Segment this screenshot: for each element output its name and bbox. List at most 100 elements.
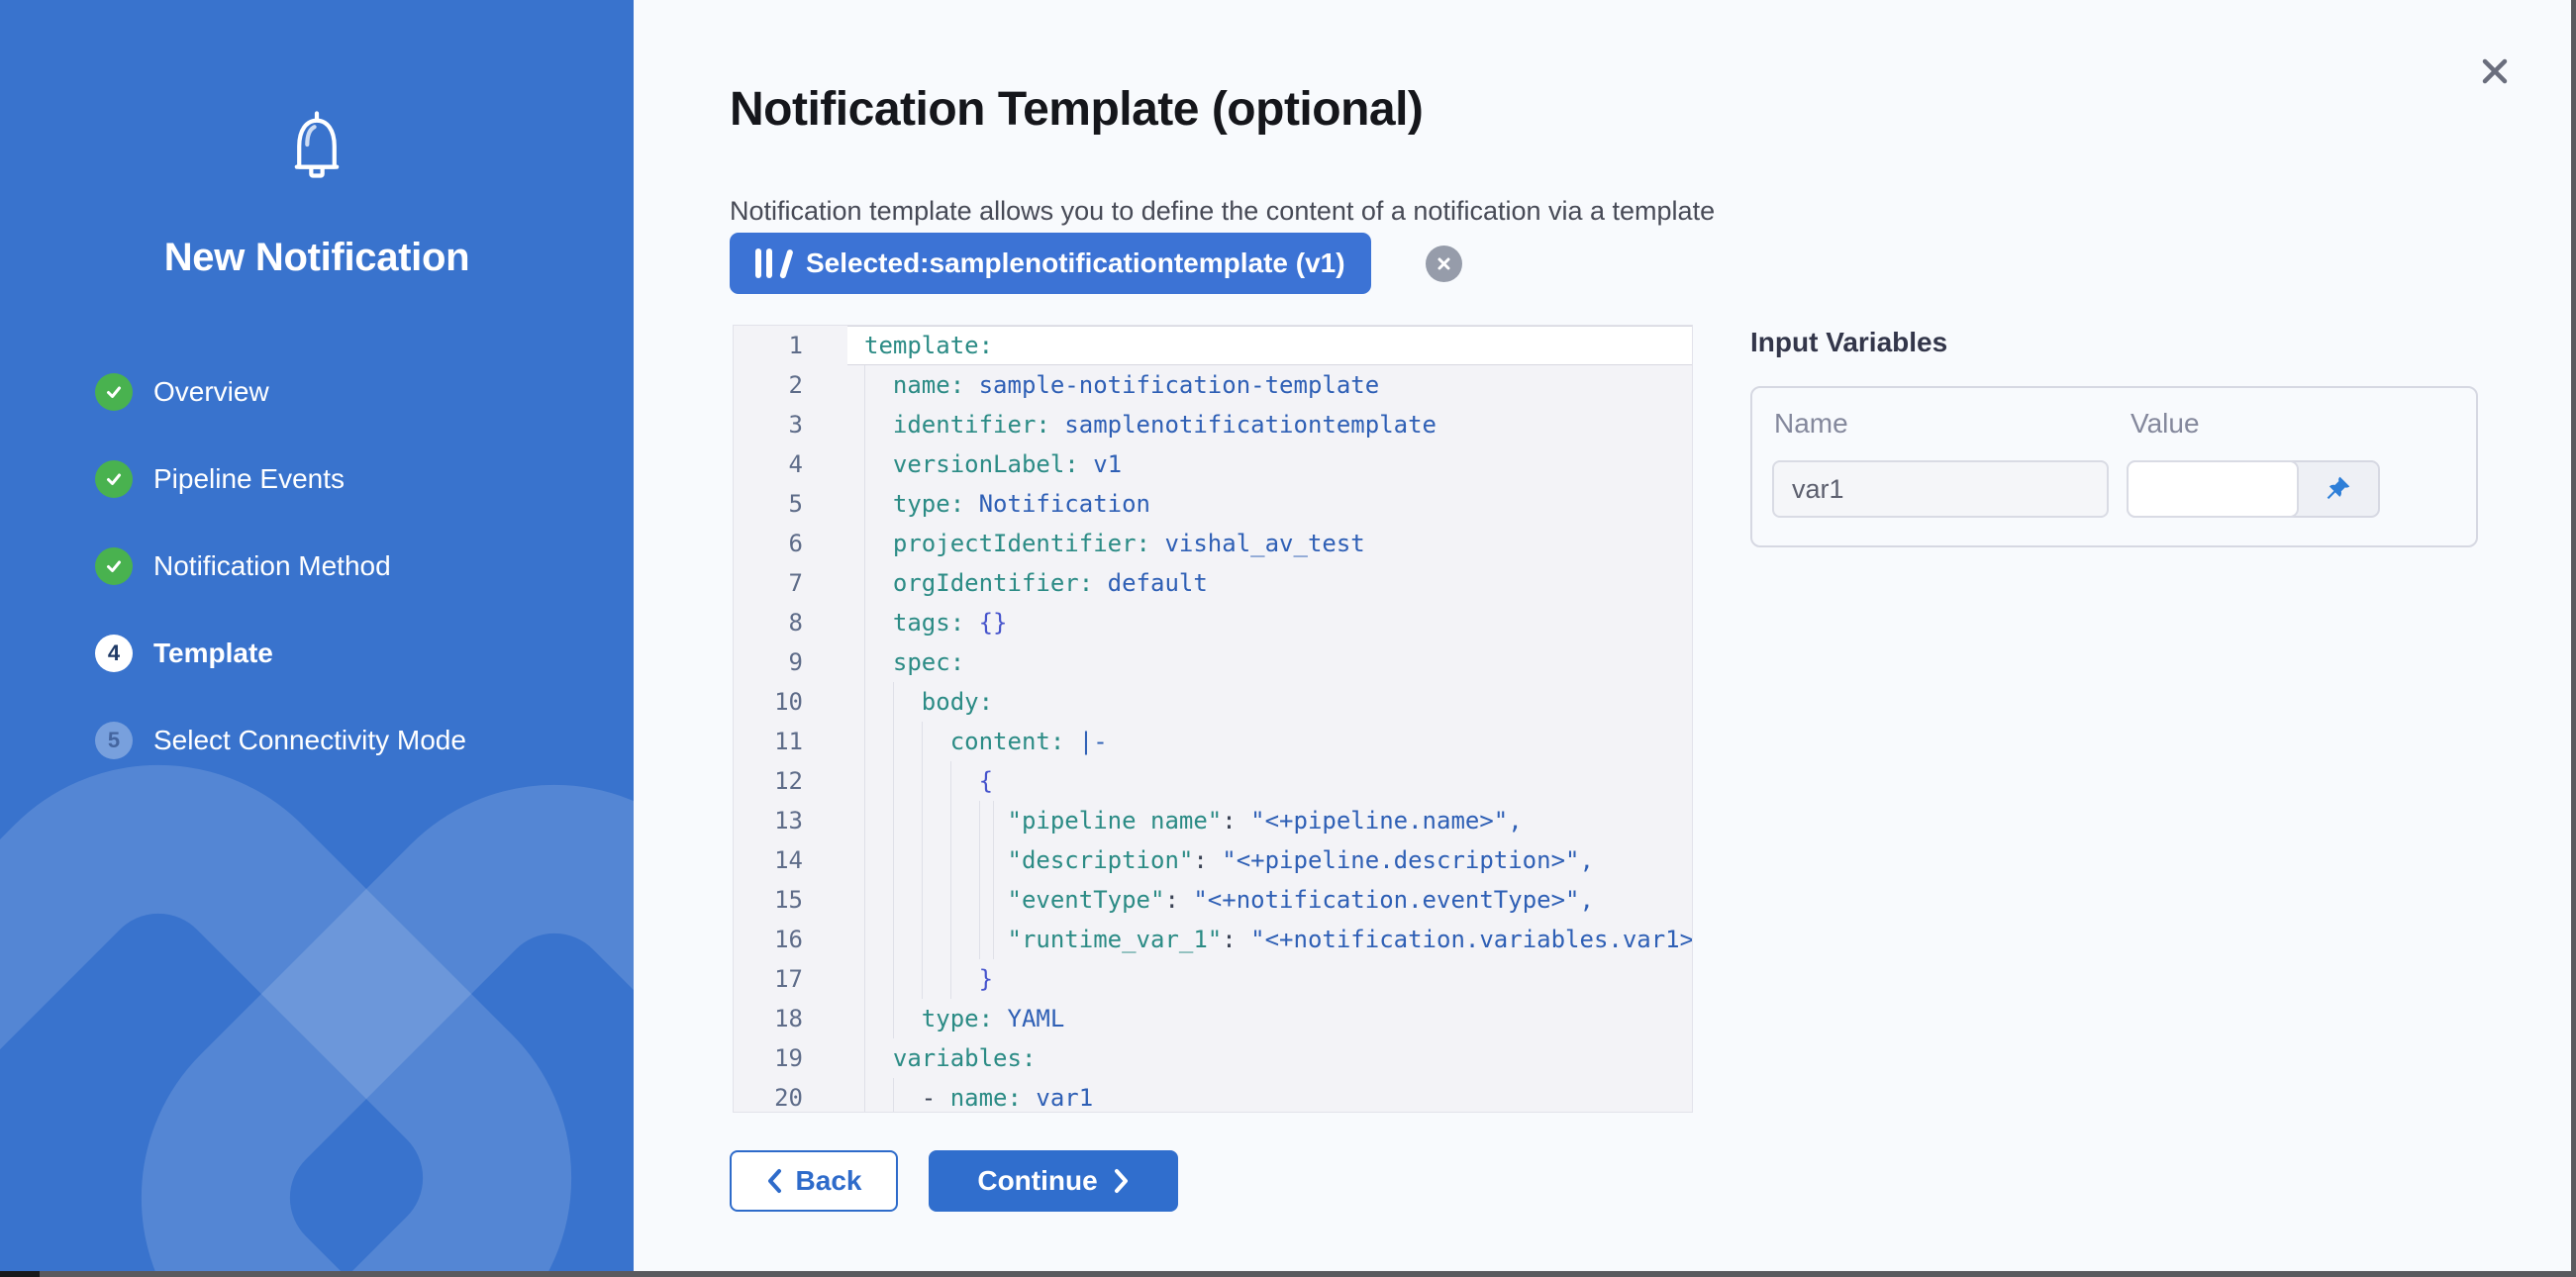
editor-line-13[interactable]: 13 "pipeline name": "<+pipeline.name>", (734, 801, 1692, 840)
input-variables-heading: Input Variables (1750, 327, 1947, 358)
variable-name-input[interactable]: var1 (1772, 460, 2109, 518)
editor-line-9[interactable]: 9 spec: (734, 642, 1692, 682)
value-column-label: Value (2130, 408, 2200, 440)
line-number: 11 (734, 722, 847, 761)
screen-bottom-edge (0, 1271, 2576, 1277)
indent-guide (864, 959, 865, 999)
wizard-sidebar: New Notification Overview Pipeline Events… (0, 0, 634, 1277)
editor-line-20[interactable]: 20 - name: var1 (734, 1078, 1692, 1113)
name-column-label: Name (1774, 408, 1848, 440)
indent-guide (979, 880, 980, 920)
code-line-content: identifier: samplenotificationtemplate (847, 405, 1692, 444)
indent-guide (864, 405, 865, 444)
code-line-content: "runtime_var_1": "<+notification.variabl… (847, 920, 1692, 959)
line-number: 10 (734, 682, 847, 722)
check-circle-icon (95, 373, 133, 411)
editor-line-12[interactable]: 12 { (734, 761, 1692, 801)
editor-line-10[interactable]: 10 body: (734, 682, 1692, 722)
indent-guide (993, 840, 994, 880)
back-button[interactable]: Back (730, 1150, 898, 1212)
line-number: 16 (734, 920, 847, 959)
editor-line-1[interactable]: 1template: (734, 326, 1692, 365)
indent-guide (922, 761, 923, 801)
editor-line-19[interactable]: 19 variables: (734, 1038, 1692, 1078)
editor-line-17[interactable]: 17 } (734, 959, 1692, 999)
yaml-editor[interactable]: 1template:2 name: sample-notification-te… (733, 325, 1693, 1113)
indent-guide (950, 840, 951, 880)
line-number: 6 (734, 524, 847, 563)
indent-guide (979, 920, 980, 959)
sidebar-step-label: Template (153, 638, 273, 669)
editor-line-4[interactable]: 4 versionLabel: v1 (734, 444, 1692, 484)
indent-guide (979, 801, 980, 840)
line-number: 5 (734, 484, 847, 524)
line-number: 9 (734, 642, 847, 682)
editor-line-3[interactable]: 3 identifier: samplenotificationtemplate (734, 405, 1692, 444)
line-number: 17 (734, 959, 847, 999)
sidebar-step-notification-method[interactable]: Notification Method (95, 544, 466, 588)
line-number: 19 (734, 1038, 847, 1078)
sidebar-title: New Notification (0, 236, 634, 280)
indent-guide (864, 880, 865, 920)
code-line-content: versionLabel: v1 (847, 444, 1692, 484)
indent-guide (893, 999, 894, 1038)
indent-guide (864, 563, 865, 603)
code-line-content: variables: (847, 1038, 1692, 1078)
step-number-badge: 4 (95, 635, 133, 672)
editor-line-2[interactable]: 2 name: sample-notification-template (734, 365, 1692, 405)
selected-template-chip[interactable]: Selected:samplenotificationtemplate (v1) (730, 233, 1371, 294)
editor-line-18[interactable]: 18 type: YAML (734, 999, 1692, 1038)
editor-line-11[interactable]: 11 content: |- (734, 722, 1692, 761)
bell-icon (275, 103, 358, 186)
indent-guide (864, 801, 865, 840)
wizard-steps: Overview Pipeline Events Notification Meth… (95, 370, 466, 806)
line-number: 1 (734, 326, 847, 365)
screen-bottom-edge-dark (0, 1271, 40, 1277)
editor-line-14[interactable]: 14 "description": "<+pipeline.descriptio… (734, 840, 1692, 880)
back-button-label: Back (796, 1165, 862, 1197)
new-notification-wizard: New Notification Overview Pipeline Events… (0, 0, 2576, 1277)
line-number: 15 (734, 880, 847, 920)
indent-guide (922, 840, 923, 880)
indent-guide (950, 920, 951, 959)
indent-guide (922, 722, 923, 761)
code-line-content: orgIdentifier: default (847, 563, 1692, 603)
indent-guide (950, 761, 951, 801)
indent-guide (893, 722, 894, 761)
variable-value-input[interactable] (2127, 460, 2299, 518)
pin-value-type-button[interactable] (2297, 462, 2378, 516)
sidebar-step-label: Notification Method (153, 550, 391, 582)
sidebar-step-overview[interactable]: Overview (95, 370, 466, 414)
editor-line-8[interactable]: 8 tags: {} (734, 603, 1692, 642)
sidebar-step-template[interactable]: 4 Template (95, 632, 466, 675)
editor-line-6[interactable]: 6 projectIdentifier: vishal_av_test (734, 524, 1692, 563)
code-line-content: tags: {} (847, 603, 1692, 642)
indent-guide (950, 880, 951, 920)
close-icon[interactable] (2473, 49, 2517, 93)
page-title: Notification Template (optional) (730, 82, 1423, 137)
sidebar-step-pipeline-events[interactable]: Pipeline Events (95, 457, 466, 501)
indent-guide (993, 801, 994, 840)
editor-line-16[interactable]: 16 "runtime_var_1": "<+notification.vari… (734, 920, 1692, 959)
step-number-badge: 5 (95, 722, 133, 759)
code-line-content: { (847, 761, 1692, 801)
page-subtitle: Notification template allows you to defi… (730, 196, 1715, 227)
indent-guide (864, 444, 865, 484)
indent-guide (864, 999, 865, 1038)
continue-button[interactable]: Continue (929, 1150, 1178, 1212)
line-number: 8 (734, 603, 847, 642)
editor-line-7[interactable]: 7 orgIdentifier: default (734, 563, 1692, 603)
sidebar-step-select-connectivity-mode[interactable]: 5 Select Connectivity Mode (95, 719, 466, 762)
sidebar-step-label: Select Connectivity Mode (153, 725, 466, 756)
editor-line-15[interactable]: 15 "eventType": "<+notification.eventTyp… (734, 880, 1692, 920)
line-number: 3 (734, 405, 847, 444)
line-number: 18 (734, 999, 847, 1038)
indent-guide (864, 1078, 865, 1113)
sidebar-step-label: Pipeline Events (153, 463, 345, 495)
code-line-content: } (847, 959, 1692, 999)
indent-guide (864, 603, 865, 642)
indent-guide (922, 959, 923, 999)
editor-line-5[interactable]: 5 type: Notification (734, 484, 1692, 524)
indent-guide (950, 959, 951, 999)
remove-template-button[interactable] (1426, 246, 1462, 282)
